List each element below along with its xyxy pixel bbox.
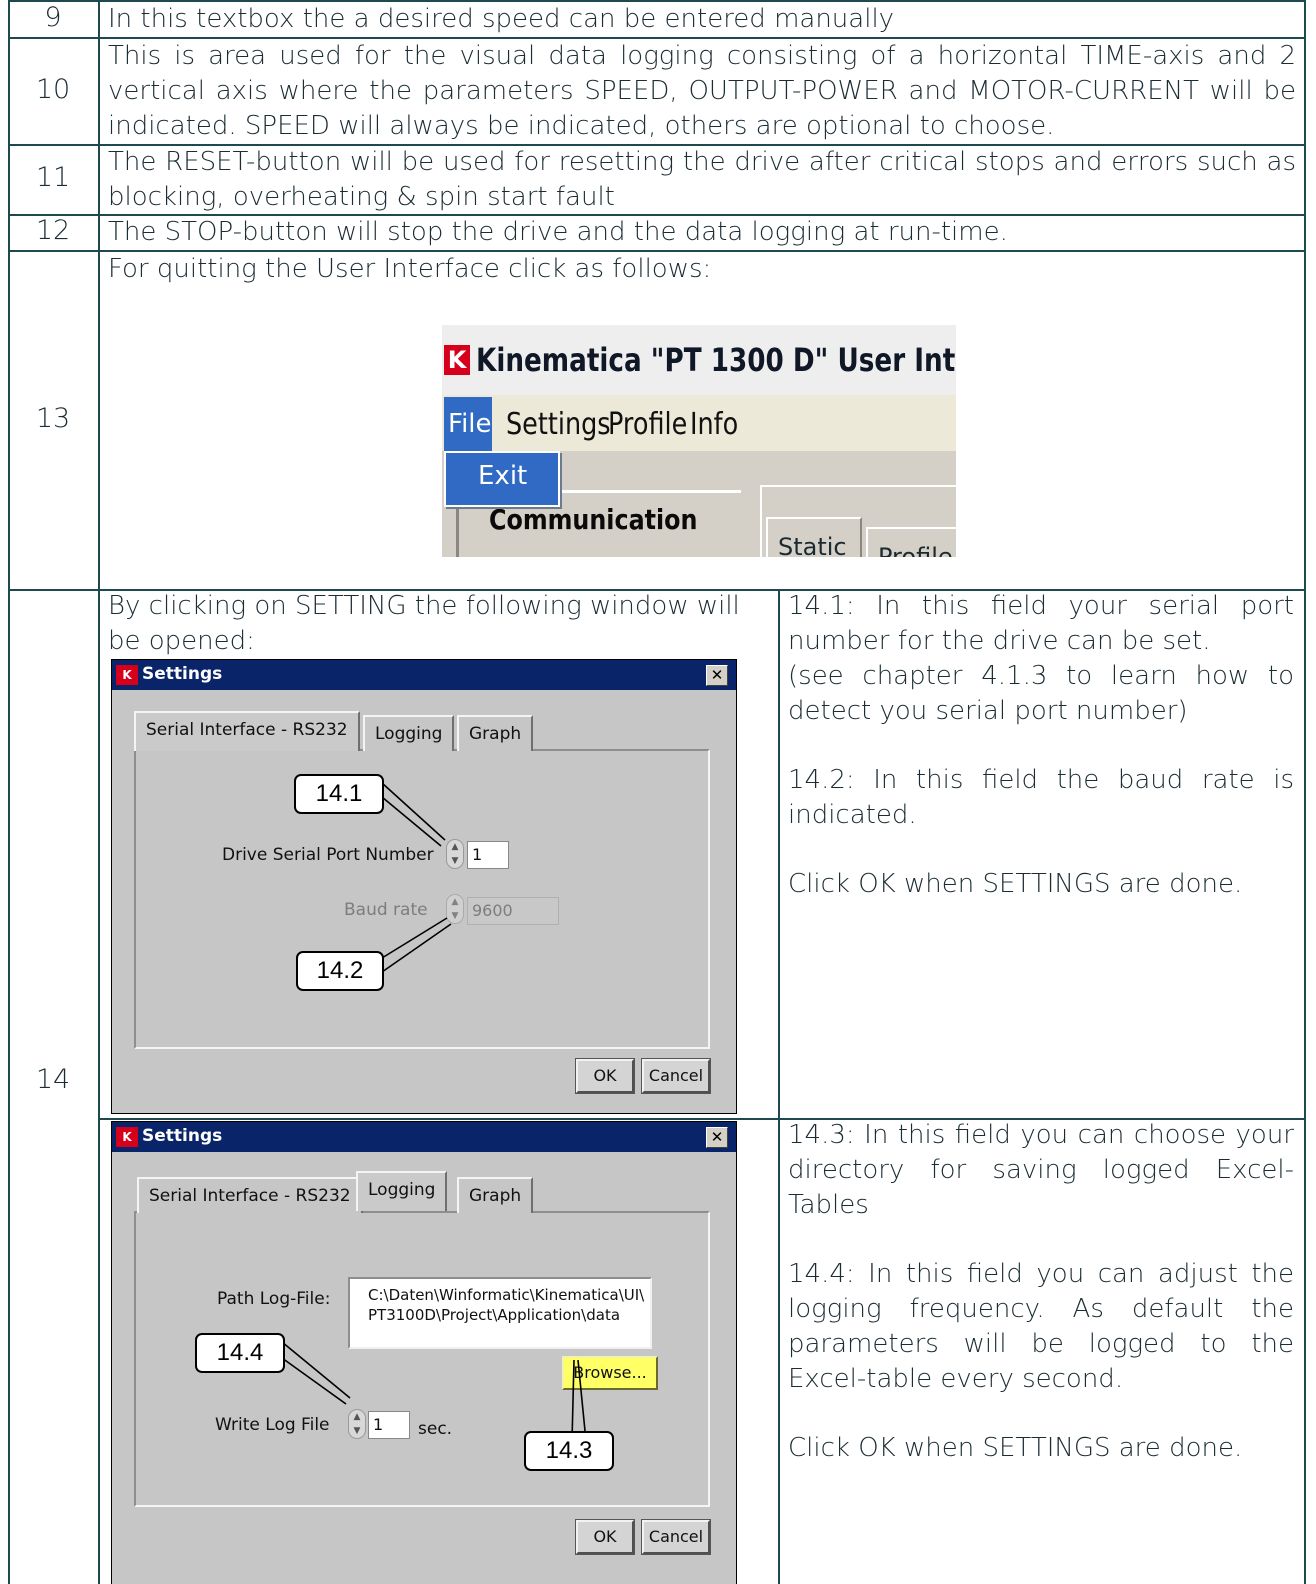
pointer-14-3 (571, 1359, 587, 1442)
pointer-14-1 (381, 782, 446, 847)
callout-14-3: 14.3 (524, 1431, 614, 1471)
callout-14-1: 14.1 (294, 774, 384, 814)
callout-14-2: 14.2 (296, 951, 384, 991)
callout-14-4: 14.4 (195, 1333, 285, 1373)
document-page: 9 10 11 12 13 14 In this textbox the a d… (0, 0, 1316, 1584)
pointer-14-4b (281, 1341, 351, 1405)
pointer-14-2 (381, 917, 452, 973)
